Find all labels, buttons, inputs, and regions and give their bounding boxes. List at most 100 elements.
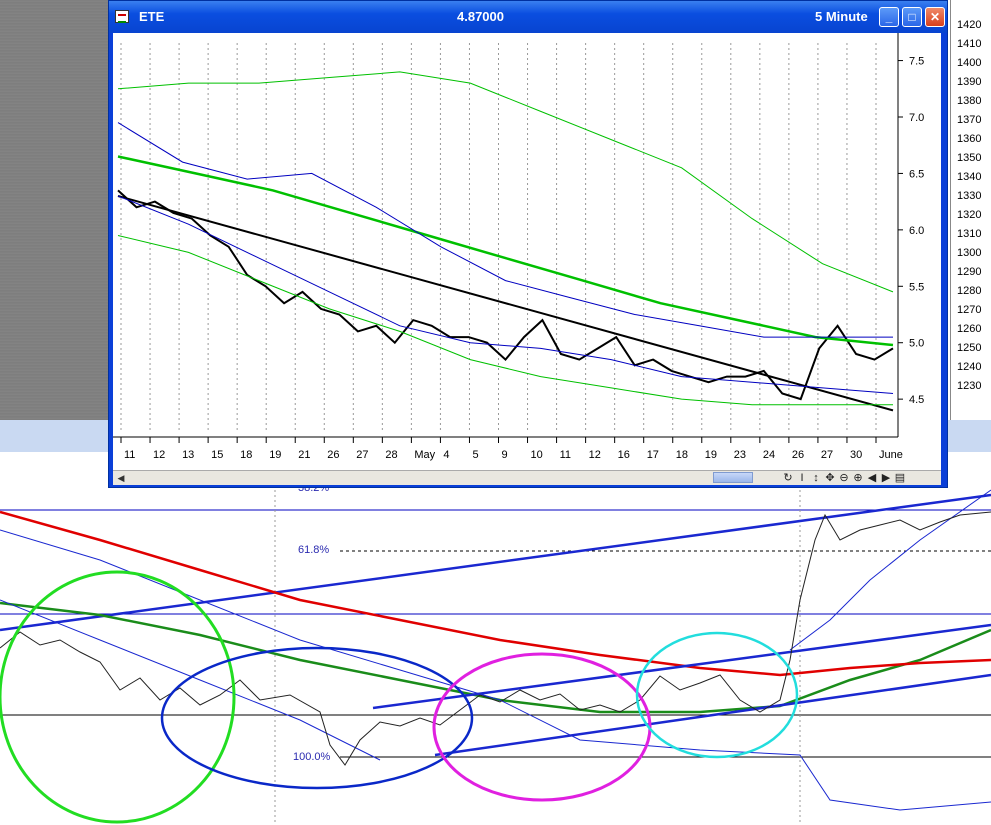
side-axis-label: 1340 bbox=[957, 171, 982, 183]
price-label: 4.87000 bbox=[457, 9, 504, 24]
side-axis-label: 1390 bbox=[957, 76, 982, 88]
x-tick-label: 27 bbox=[821, 449, 833, 461]
side-axis-label: 1370 bbox=[957, 114, 982, 126]
side-axis-label: 1230 bbox=[957, 380, 982, 392]
x-tick-label: 26 bbox=[792, 449, 804, 461]
side-axis-label: 1280 bbox=[957, 285, 982, 297]
series-line-2 bbox=[117, 155, 894, 347]
chart-plot-area[interactable]: 7.5 7.0 6.5 6.0 5.5 5.0 4.5 11 12 13 15 18 19 21 26 27… bbox=[113, 33, 941, 481]
side-axis-label: 1300 bbox=[957, 247, 982, 259]
side-axis-label: 1420 bbox=[957, 19, 982, 31]
scroll-left-arrow-icon[interactable]: ◀ bbox=[114, 472, 128, 484]
horizontal-scrollbar[interactable]: ◀ ↻ I ↕ ✥ ⊖ ⊕ ◀ ▶ ▤ bbox=[113, 470, 941, 485]
x-tick-label: May bbox=[414, 449, 435, 461]
side-axis-label: 1310 bbox=[957, 228, 982, 240]
symbol-label: ETE bbox=[139, 9, 165, 24]
x-tick-label: 18 bbox=[240, 449, 252, 461]
x-tick-label: 13 bbox=[182, 449, 194, 461]
y-axis: 7.5 7.0 6.5 6.0 5.5 5.0 4.5 bbox=[897, 33, 924, 437]
background-price-axis: 1420 1410 1400 1390 1380 1370 1360 1350 1340 1330… bbox=[950, 0, 991, 420]
magenta-highlight-circle bbox=[432, 652, 652, 802]
series-line-1 bbox=[117, 195, 894, 412]
blue-highlight-ellipse bbox=[160, 646, 474, 790]
x-axis: 11 12 13 15 18 19 21 26 27 28 May 4 5 9 10 11 12 16 17 18 19… bbox=[113, 436, 903, 461]
y-tick-label: 6.5 bbox=[909, 168, 924, 180]
series-line-5 bbox=[117, 122, 893, 338]
x-tick-label: 9 bbox=[502, 449, 508, 461]
y-tick-label: 5.5 bbox=[909, 281, 924, 293]
x-tick-label: 12 bbox=[153, 449, 165, 461]
y-tick-label: 6.0 bbox=[909, 225, 924, 237]
chart-window[interactable]: ETE 4.87000 5 Minute _ □ ✕ 7.5 7.0 6.5 6.0 5… bbox=[108, 0, 948, 488]
window-title-bar[interactable]: ETE 4.87000 5 Minute _ □ ✕ bbox=[109, 1, 947, 33]
cursor-icon[interactable]: I bbox=[795, 472, 809, 484]
y-tick-label: 4.5 bbox=[909, 394, 924, 406]
side-axis-label: 1270 bbox=[957, 304, 982, 316]
side-axis-label: 1350 bbox=[957, 152, 982, 164]
x-tick-label: June bbox=[879, 449, 903, 461]
background-lines bbox=[0, 489, 991, 824]
side-axis-label: 1320 bbox=[957, 209, 982, 221]
x-tick-label: 19 bbox=[269, 449, 281, 461]
chart-toolbar: ↻ I ↕ ✥ ⊖ ⊕ ◀ ▶ ▤ bbox=[781, 471, 907, 485]
zoom-out-icon[interactable]: ⊖ bbox=[837, 471, 851, 484]
series-line-6 bbox=[117, 195, 894, 394]
x-tick-label: 11 bbox=[560, 449, 571, 461]
x-tick-label: 11 bbox=[124, 449, 135, 461]
moving-average-red bbox=[0, 510, 991, 677]
side-axis-label: 1260 bbox=[957, 323, 982, 335]
scroll-next-icon[interactable]: ▶ bbox=[879, 471, 893, 484]
x-tick-label: 5 bbox=[472, 449, 478, 461]
x-tick-label: 15 bbox=[211, 449, 223, 461]
chart-app-icon[interactable] bbox=[115, 10, 129, 23]
side-axis-label: 1290 bbox=[957, 266, 982, 278]
x-tick-label: 27 bbox=[356, 449, 368, 461]
trendline-upper bbox=[0, 493, 991, 632]
scroll-thumb[interactable] bbox=[713, 472, 753, 483]
price-chart[interactable]: 7.5 7.0 6.5 6.0 5.5 5.0 4.5 11 12 13 15 18 19 21 26 27… bbox=[113, 33, 941, 481]
side-axis-label: 1240 bbox=[957, 361, 982, 373]
fib-label-100: 100.0% bbox=[293, 751, 331, 763]
panel-icon[interactable]: ▤ bbox=[893, 471, 907, 484]
green-highlight-circle bbox=[0, 570, 236, 824]
envelope-trail bbox=[0, 599, 381, 761]
refresh-icon[interactable]: ↻ bbox=[781, 471, 795, 484]
side-axis-label: 1330 bbox=[957, 190, 982, 202]
x-tick-label: 30 bbox=[850, 449, 862, 461]
side-axis-label: 1400 bbox=[957, 57, 982, 69]
x-tick-label: 10 bbox=[531, 449, 543, 461]
cyan-highlight-circle bbox=[635, 631, 799, 759]
y-tick-label: 7.0 bbox=[909, 112, 924, 124]
move-icon[interactable]: ✥ bbox=[823, 471, 837, 484]
chart-series bbox=[117, 71, 894, 412]
x-tick-label: 18 bbox=[676, 449, 688, 461]
x-tick-label: 16 bbox=[618, 449, 630, 461]
x-tick-label: 23 bbox=[734, 449, 746, 461]
interval-label: 5 Minute bbox=[815, 9, 868, 24]
x-tick-label: 19 bbox=[705, 449, 717, 461]
x-tick-label: 26 bbox=[327, 449, 339, 461]
fib-label-61: 61.8% bbox=[298, 544, 330, 556]
right-scroll-area bbox=[948, 420, 991, 452]
side-axis-label: 1250 bbox=[957, 342, 982, 354]
y-tick-label: 5.0 bbox=[909, 338, 924, 350]
zoom-in-icon[interactable]: ⊕ bbox=[851, 471, 865, 484]
x-tick-label: 4 bbox=[443, 449, 449, 461]
y-tick-label: 7.5 bbox=[909, 56, 924, 68]
left-panel-strip bbox=[0, 0, 108, 425]
x-tick-label: 17 bbox=[647, 449, 659, 461]
left-scroll-area bbox=[0, 420, 108, 452]
x-tick-label: 21 bbox=[298, 449, 310, 461]
scroll-prev-icon[interactable]: ◀ bbox=[865, 471, 879, 484]
vertical-move-icon[interactable]: ↕ bbox=[809, 472, 823, 484]
side-axis-label: 1380 bbox=[957, 95, 982, 107]
minimize-button[interactable]: _ bbox=[879, 7, 899, 27]
x-tick-label: 12 bbox=[589, 449, 601, 461]
close-button[interactable]: ✕ bbox=[925, 7, 945, 27]
maximize-button[interactable]: □ bbox=[902, 7, 922, 27]
side-axis-label: 1360 bbox=[957, 133, 982, 145]
side-axis-label: 1410 bbox=[957, 38, 982, 50]
series-line-4 bbox=[117, 235, 893, 406]
x-tick-label: 24 bbox=[763, 449, 775, 461]
envelope-rise bbox=[789, 489, 991, 651]
